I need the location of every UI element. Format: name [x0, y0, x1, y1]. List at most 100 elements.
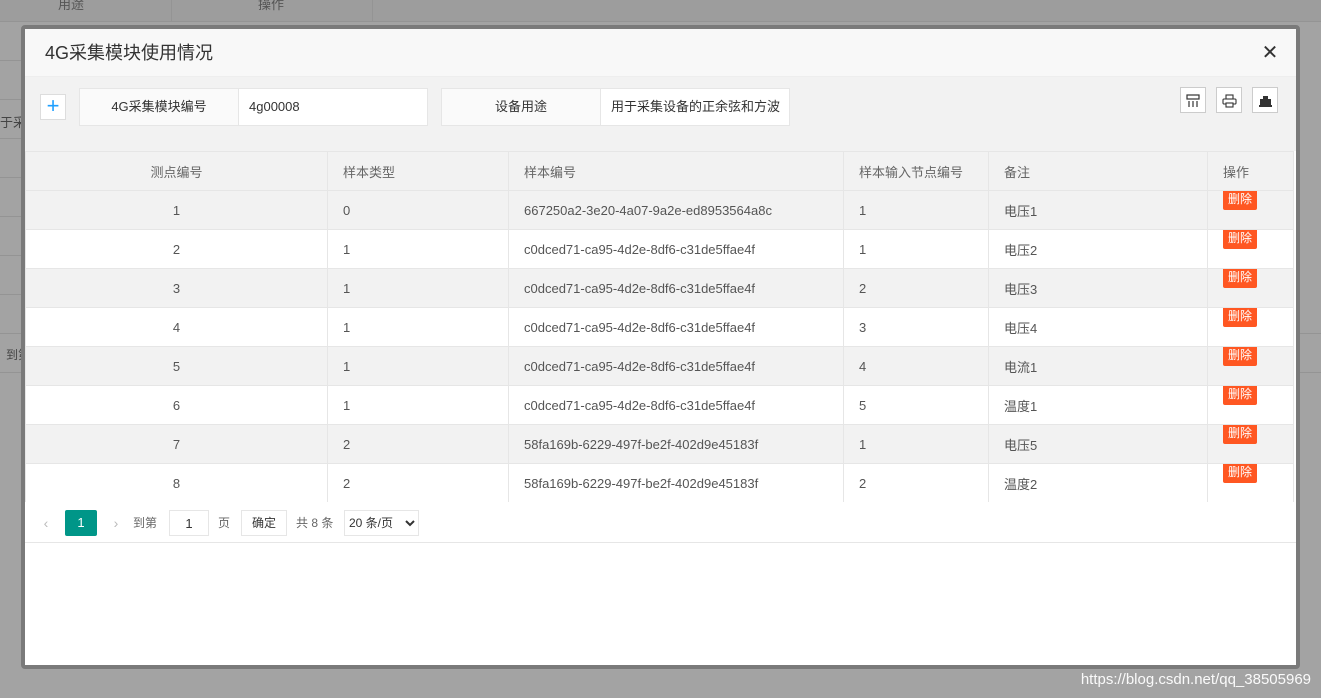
- cell-input-node-no: 2: [843, 463, 989, 503]
- delete-button[interactable]: 删除: [1223, 464, 1258, 483]
- table-row: 6 1 c0dced71-ca95-4d2e-8df6-c31de5ffae4f 5 温…: [25, 385, 1294, 425]
- cell-point-no: 3: [25, 268, 328, 308]
- cell-input-node-no: 4: [843, 346, 989, 386]
- background-row-line: [0, 138, 22, 139]
- table-row: 4 1 c0dced71-ca95-4d2e-8df6-c31de5ffae4f 3 电…: [25, 307, 1294, 347]
- cell-remark: 温度1: [988, 385, 1208, 425]
- cell-point-no: 6: [25, 385, 328, 425]
- background-row-line: [1299, 333, 1321, 334]
- cell-sample-no: c0dced71-ca95-4d2e-8df6-c31de5ffae4f: [508, 385, 844, 425]
- cell-input-node-no: 1: [843, 190, 989, 230]
- cell-sample-type: 1: [327, 307, 509, 347]
- chevron-left-icon[interactable]: ‹: [35, 510, 57, 536]
- dialog-title: 4G采集模块使用情况: [45, 43, 214, 63]
- device-usage-field[interactable]: 用于采集设备的正余弦和方波: [601, 88, 790, 126]
- delete-button[interactable]: 删除: [1223, 386, 1258, 405]
- cell-point-no: 7: [25, 424, 328, 464]
- cell-remark: 电流1: [988, 346, 1208, 386]
- cell-remark: 温度2: [988, 463, 1208, 503]
- module-number-label: 4G采集模块编号: [79, 88, 239, 126]
- column-header-sample-no[interactable]: 样本编号: [508, 151, 844, 191]
- background-row-line: [0, 255, 22, 256]
- cell-sample-no: c0dced71-ca95-4d2e-8df6-c31de5ffae4f: [508, 307, 844, 347]
- cell-sample-type: 2: [327, 424, 509, 464]
- cell-remark: 电压5: [988, 424, 1208, 464]
- cell-action: 删除: [1207, 229, 1294, 269]
- table-row: 7 2 58fa169b-6229-497f-be2f-402d9e45183f 1 电…: [25, 424, 1294, 464]
- delete-button[interactable]: 删除: [1223, 191, 1258, 210]
- pagination: ‹ 1 › 到第 页 确定 共 8 条 20 条/页: [25, 502, 1296, 543]
- cell-remark: 电压2: [988, 229, 1208, 269]
- background-row-line: [1299, 372, 1321, 373]
- background-row-line: [0, 333, 22, 334]
- delete-button[interactable]: 删除: [1223, 230, 1258, 249]
- background-row-line: [0, 60, 22, 61]
- cell-sample-no: 58fa169b-6229-497f-be2f-402d9e45183f: [508, 463, 844, 503]
- delete-button[interactable]: 删除: [1223, 425, 1258, 444]
- cell-input-node-no: 1: [843, 424, 989, 464]
- cell-point-no: 5: [25, 346, 328, 386]
- cell-sample-type: 2: [327, 463, 509, 503]
- cell-action: 删除: [1207, 424, 1294, 464]
- column-header-remark[interactable]: 备注: [988, 151, 1208, 191]
- cell-action: 删除: [1207, 190, 1294, 230]
- table-row: 2 1 c0dced71-ca95-4d2e-8df6-c31de5ffae4f 1 电…: [25, 229, 1294, 269]
- table-row: 5 1 c0dced71-ca95-4d2e-8df6-c31de5ffae4f 4 电…: [25, 346, 1294, 386]
- background-divider: [372, 0, 373, 22]
- background-row-line: [0, 294, 22, 295]
- table-row: 8 2 58fa169b-6229-497f-be2f-402d9e45183f 2 温…: [25, 463, 1294, 503]
- delete-button[interactable]: 删除: [1223, 269, 1258, 288]
- column-header-point-no[interactable]: 测点编号: [25, 151, 328, 191]
- total-count: 共 8 条: [296, 516, 334, 530]
- background-row-line: [0, 372, 22, 373]
- background-row-line: [0, 216, 22, 217]
- delete-button[interactable]: 删除: [1223, 308, 1258, 327]
- watermark: https://blog.csdn.net/qq_38505969: [1080, 671, 1311, 688]
- cell-sample-type: 1: [327, 268, 509, 308]
- column-header-sample-type[interactable]: 样本类型: [327, 151, 509, 191]
- goto-page-input[interactable]: [169, 510, 209, 536]
- page-button-current[interactable]: 1: [65, 510, 97, 536]
- goto-label: 到第: [133, 516, 158, 530]
- cell-point-no: 8: [25, 463, 328, 503]
- column-header-input-node-no[interactable]: 样本输入节点编号: [843, 151, 989, 191]
- goto-confirm-button[interactable]: 确定: [241, 510, 287, 536]
- cell-point-no: 1: [25, 190, 328, 230]
- print-icon[interactable]: [1216, 87, 1242, 113]
- cell-action: 删除: [1207, 346, 1294, 386]
- export-icon[interactable]: [1252, 87, 1278, 113]
- delete-button[interactable]: 删除: [1223, 347, 1258, 366]
- page-unit-label: 页: [218, 516, 231, 530]
- cell-input-node-no: 2: [843, 268, 989, 308]
- cell-sample-type: 0: [327, 190, 509, 230]
- column-header-action: 操作: [1207, 151, 1294, 191]
- chevron-right-icon[interactable]: ›: [105, 510, 127, 536]
- table-row: 1 0 667250a2-3e20-4a07-9a2e-ed8953564a8c 1 电…: [25, 190, 1294, 230]
- cell-sample-no: 58fa169b-6229-497f-be2f-402d9e45183f: [508, 424, 844, 464]
- cell-remark: 电压3: [988, 268, 1208, 308]
- cell-action: 删除: [1207, 385, 1294, 425]
- dialog-toolbar: + 4G采集模块编号 4g00008 设备用途 用于采集设备的正余弦和方波: [25, 77, 1296, 151]
- dialog-header: 4G采集模块使用情况 ✕: [25, 29, 1296, 77]
- cell-input-node-no: 5: [843, 385, 989, 425]
- background-row-line: [0, 177, 22, 178]
- cell-point-no: 4: [25, 307, 328, 347]
- close-icon[interactable]: ✕: [1258, 41, 1282, 65]
- module-number-field[interactable]: 4g00008: [239, 88, 428, 126]
- page-size-select[interactable]: 20 条/页: [344, 510, 419, 536]
- background-header-usage: 用途: [58, 0, 85, 12]
- cell-input-node-no: 3: [843, 307, 989, 347]
- cell-sample-no: c0dced71-ca95-4d2e-8df6-c31de5ffae4f: [508, 346, 844, 386]
- cell-sample-type: 1: [327, 229, 509, 269]
- cell-sample-no: c0dced71-ca95-4d2e-8df6-c31de5ffae4f: [508, 229, 844, 269]
- cell-sample-type: 1: [327, 346, 509, 386]
- columns-icon[interactable]: [1180, 87, 1206, 113]
- table-row: 3 1 c0dced71-ca95-4d2e-8df6-c31de5ffae4f 2 电…: [25, 268, 1294, 308]
- cell-sample-no: 667250a2-3e20-4a07-9a2e-ed8953564a8c: [508, 190, 844, 230]
- cell-input-node-no: 1: [843, 229, 989, 269]
- sample-table: 测点编号 样本类型 样本编号 样本输入节点编号 备注 操作 1 0 667250a2…: [25, 151, 1294, 503]
- cell-sample-type: 1: [327, 385, 509, 425]
- table-header-row: 测点编号 样本类型 样本编号 样本输入节点编号 备注 操作: [25, 151, 1294, 191]
- plus-icon[interactable]: +: [40, 94, 66, 120]
- cell-action: 删除: [1207, 268, 1294, 308]
